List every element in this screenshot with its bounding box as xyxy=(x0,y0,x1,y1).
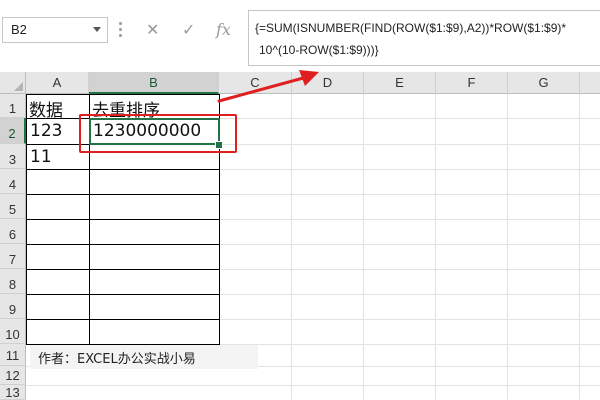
column-header-f[interactable]: F xyxy=(436,72,508,94)
drag-handle-icon[interactable] xyxy=(118,19,124,39)
highlight-box xyxy=(79,114,237,153)
row-header-13[interactable]: 13 xyxy=(0,385,26,400)
table-border xyxy=(26,319,220,320)
row-header-4[interactable]: 4 xyxy=(0,169,26,194)
table-border xyxy=(26,169,220,170)
row-header-7[interactable]: 7 xyxy=(0,244,26,269)
gridline xyxy=(435,94,436,400)
formula-text-line-1: {=SUM(ISNUMBER(FIND(ROW($1:$9),A2))*ROW(… xyxy=(255,21,567,35)
table-border xyxy=(26,244,220,245)
column-header-a[interactable]: A xyxy=(26,72,89,94)
gridline xyxy=(291,94,292,400)
row-header-5[interactable]: 5 xyxy=(0,194,26,219)
row-header-9[interactable]: 9 xyxy=(0,294,26,319)
gridline xyxy=(26,385,600,386)
gridline xyxy=(507,94,508,400)
formula-buttons: ✕ ✓ fx xyxy=(132,14,244,46)
table-border xyxy=(26,219,220,220)
row-header-2[interactable]: 2 xyxy=(0,118,26,144)
insert-function-icon[interactable]: fx xyxy=(216,20,231,39)
author-note: 作者：EXCEL办公实战小易 xyxy=(30,345,258,369)
column-header-e[interactable]: E xyxy=(364,72,436,94)
author-note-text: 作者：EXCEL办公实战小易 xyxy=(38,352,196,367)
cell-a2[interactable]: 123 xyxy=(30,121,62,141)
enter-icon[interactable]: ✓ xyxy=(182,20,195,39)
cell-a3[interactable]: 11 xyxy=(30,147,52,167)
table-border xyxy=(26,269,220,270)
name-box-value: B2 xyxy=(11,22,27,37)
cancel-icon[interactable]: ✕ xyxy=(146,20,159,39)
column-header-c[interactable]: C xyxy=(219,72,292,94)
name-box[interactable]: B2 xyxy=(2,17,108,43)
select-all-icon xyxy=(14,82,23,91)
row-header-8[interactable]: 8 xyxy=(0,269,26,294)
row-header-3[interactable]: 3 xyxy=(0,144,26,169)
cell-a1[interactable]: 数据 xyxy=(29,96,63,121)
table-border xyxy=(26,94,220,95)
row-header-6[interactable]: 6 xyxy=(0,219,26,244)
row-header-11[interactable]: 11 xyxy=(0,344,26,366)
column-header-h[interactable] xyxy=(580,72,600,94)
column-header-g[interactable]: G xyxy=(508,72,580,94)
table-border xyxy=(26,294,220,295)
table-border xyxy=(26,194,220,195)
row-header-12[interactable]: 12 xyxy=(0,366,26,385)
row-header-1[interactable]: 1 xyxy=(0,94,26,118)
gridline xyxy=(579,94,580,400)
select-all-corner[interactable] xyxy=(0,72,26,94)
column-header-d[interactable]: D xyxy=(292,72,364,94)
column-header-b[interactable]: B xyxy=(89,72,219,94)
gridline xyxy=(363,94,364,400)
formula-text-line-2: 10^(10-ROW($1:$9)))} xyxy=(259,43,379,57)
row-header-10[interactable]: 10 xyxy=(0,319,26,344)
chevron-down-icon[interactable] xyxy=(93,27,101,32)
formula-input[interactable]: {=SUM(ISNUMBER(FIND(ROW($1:$9),A2))*ROW(… xyxy=(248,10,600,66)
